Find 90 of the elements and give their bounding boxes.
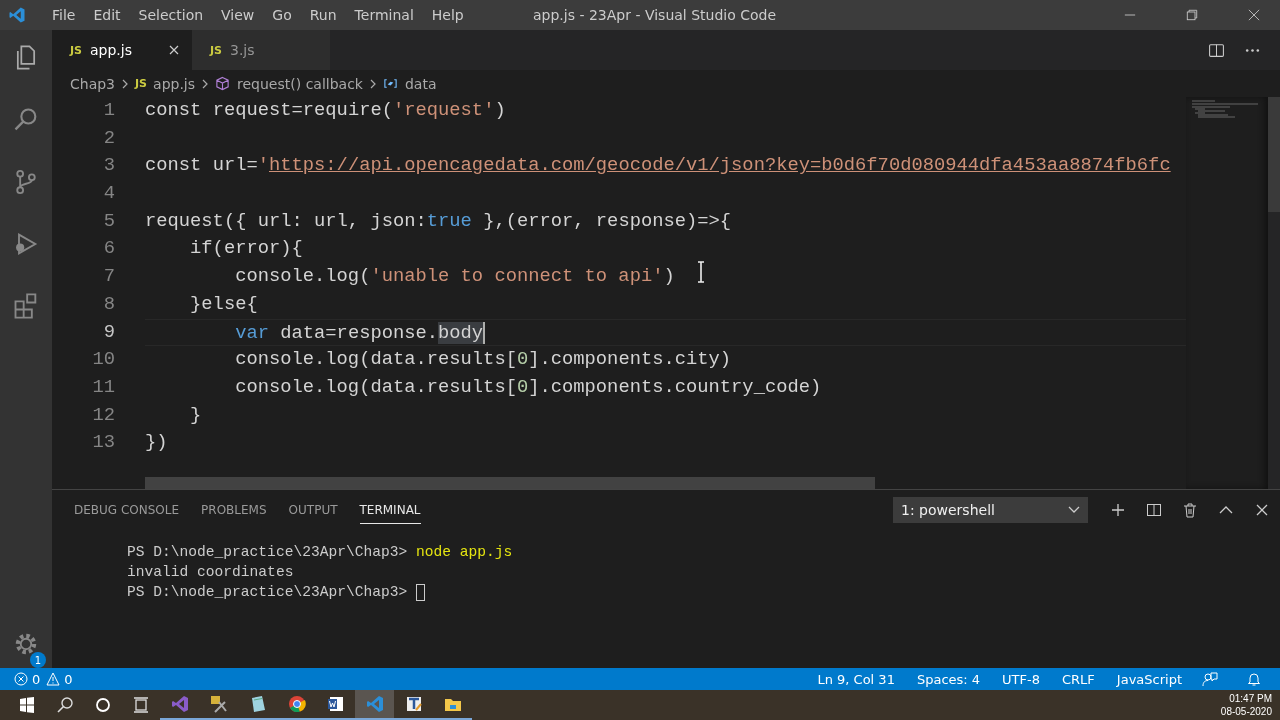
terminal-prompt: PS D:\node_practice\23Apr\Chap3>: [127, 583, 409, 602]
browser-logo-icon: [286, 694, 307, 714]
code-line: }): [145, 431, 168, 454]
panel-tab[interactable]: PROBLEMS: [201, 496, 267, 524]
warning-count[interactable]: 0: [64, 671, 73, 687]
vertical-scrollbar[interactable]: [1268, 97, 1280, 489]
line-number: 2: [102, 125, 116, 151]
clock-time[interactable]: 01:47 PM: [1229, 692, 1272, 705]
trash-icon[interactable]: [1182, 502, 1198, 518]
code-line: console.log(data.results[0].components.city): [234, 348, 732, 371]
plus-icon[interactable]: [1110, 502, 1126, 518]
cube-icon: [215, 76, 231, 91]
variable-icon: [382, 76, 398, 91]
chevron-icon: [368, 77, 377, 90]
line-number: 4: [102, 181, 116, 207]
code-line: const url='https://api.opencagedata.com/geocode/v1/json?key=b0d6f70d080944dfa453aa8874fb6fc: [145, 154, 1171, 177]
menu-item[interactable]: Edit: [84, 7, 130, 23]
status-item[interactable]: JavaScript: [1116, 671, 1182, 687]
clock-date[interactable]: 08-05-2020: [1220, 705, 1272, 718]
editor-tab[interactable]: JS 3.js: [192, 30, 330, 70]
line-number: 11: [91, 374, 116, 400]
close-icon[interactable]: [1254, 502, 1270, 518]
error-icon[interactable]: [14, 672, 28, 686]
breadcrumb-item[interactable]: Chap3: [70, 75, 116, 92]
terminal-cursor: [416, 583, 425, 601]
terminal-output: invalid coordinates: [127, 563, 294, 582]
menu-item[interactable]: Selection: [129, 7, 213, 23]
error-count[interactable]: 0: [32, 671, 41, 687]
menu-item[interactable]: Help: [422, 7, 473, 23]
chevron-icon: [201, 77, 210, 90]
document-icon: [325, 694, 346, 714]
line-number: 12: [91, 402, 116, 428]
editor-tab[interactable]: JS app.js: [52, 30, 192, 70]
line-number: 10: [91, 347, 116, 373]
terminal-command: node app.js: [416, 543, 513, 562]
warning-icon[interactable]: [46, 672, 61, 686]
panel-tab[interactable]: OUTPUT: [288, 496, 338, 524]
breadcrumb-item[interactable]: request() callback: [237, 75, 363, 92]
code-line: if(error){: [189, 237, 303, 260]
line-number: 7: [102, 264, 116, 290]
bell-icon[interactable]: [1246, 671, 1262, 687]
js-file-icon: JS: [135, 77, 148, 90]
feedback-icon[interactable]: [1202, 671, 1218, 687]
split-terminal-icon[interactable]: [1146, 502, 1162, 518]
window-title: app.js - 23Apr - Visual Studio Code: [533, 7, 777, 23]
ribbon-logo-icon: [169, 694, 190, 714]
chevron-icon: [121, 77, 130, 90]
tools-icon: [208, 694, 229, 714]
editor-logo-icon: [364, 694, 385, 714]
code-line: const request=require('request'): [145, 99, 506, 121]
split-editor-icon[interactable]: [1208, 41, 1225, 59]
menu-item[interactable]: File: [43, 7, 85, 23]
vscode-logo-icon: [8, 6, 26, 24]
menu-item[interactable]: Run: [300, 7, 346, 23]
status-item[interactable]: Ln 9, Col 31: [817, 671, 895, 687]
code-line: }else{: [189, 292, 258, 315]
status-item[interactable]: Spaces: 4: [916, 671, 981, 687]
line-number: 1: [102, 98, 116, 123]
code-line: var data=response.body: [234, 321, 484, 344]
circle-icon[interactable]: [93, 695, 113, 715]
menu-item[interactable]: View: [212, 7, 264, 23]
terminal-dropdown[interactable]: 1: powershell: [893, 497, 1088, 523]
code-line: request({ url: url, json:true },(error, response)=>{: [145, 209, 732, 232]
breadcrumb-item[interactable]: app.js: [153, 75, 196, 92]
line-number: 6: [102, 236, 116, 262]
notification-badge: 1: [30, 652, 46, 668]
breadcrumb-item[interactable]: data: [404, 75, 437, 92]
line-number: 9: [102, 319, 116, 345]
status-item[interactable]: UTF-8: [1002, 671, 1040, 687]
line-number: 3: [102, 153, 116, 179]
code-line: }: [189, 403, 202, 426]
close-icon[interactable]: [168, 44, 180, 56]
search-icon[interactable]: [55, 695, 75, 715]
menu-item[interactable]: Go: [263, 7, 301, 23]
line-number: 5: [102, 208, 116, 234]
code-line: console.log('unable to connect to api'): [234, 265, 675, 288]
minimap-drawing: [1190, 99, 1260, 119]
code-line: console.log(data.results[0].components.country_code): [234, 375, 822, 398]
windows-logo-icon[interactable]: [17, 695, 37, 715]
text-caret: [483, 321, 486, 344]
panel-tab[interactable]: DEBUG CONSOLE: [74, 496, 180, 524]
task-view-icon[interactable]: [131, 695, 151, 715]
line-number: 8: [102, 291, 116, 317]
panel-tab[interactable]: TERMINAL: [359, 496, 421, 524]
text-cursor-icon: [696, 261, 706, 283]
status-item[interactable]: CRLF: [1062, 671, 1095, 687]
menu-item[interactable]: Terminal: [345, 7, 423, 23]
terminal-prompt: PS D:\node_practice\23Apr\Chap3>: [127, 543, 409, 562]
line-number: 13: [91, 430, 116, 456]
chevron-down-icon: [1068, 506, 1080, 514]
